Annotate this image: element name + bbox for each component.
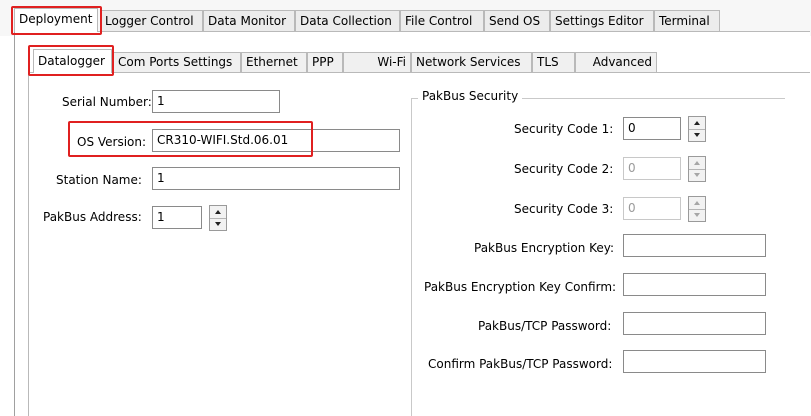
security-code-1-label: Security Code 1: — [514, 122, 614, 136]
security-code-2-spinner — [688, 156, 706, 182]
security-code-2-label: Security Code 2: — [514, 162, 614, 176]
tab-settings-editor[interactable]: Settings Editor — [550, 10, 654, 31]
spin-down-arrow-icon[interactable] — [689, 129, 705, 141]
os-version-field: CR310-WIFI.Std.06.01 — [152, 129, 400, 152]
security-code-1-spinner[interactable] — [688, 116, 706, 142]
confirm-pakbus-tcp-password-field[interactable] — [623, 350, 766, 373]
tab-logger-control[interactable]: Logger Control — [100, 10, 203, 31]
pakbus-encryption-key-confirm-label: PakBus Encryption Key Confirm: — [424, 280, 617, 294]
tab-send-os[interactable]: Send OS — [484, 10, 550, 31]
security-code-1-field[interactable]: 0 — [623, 117, 681, 140]
subtab-com-ports-settings[interactable]: Com Ports Settings — [113, 52, 241, 72]
serial-number-label: Serial Number: — [62, 95, 152, 109]
pakbus-address-field[interactable]: 1 — [152, 206, 202, 229]
subtab-tls[interactable]: TLS — [532, 52, 575, 72]
subtab-network-services[interactable]: Network Services — [411, 52, 532, 72]
pakbus-tcp-password-field[interactable] — [623, 312, 766, 335]
security-code-3-label: Security Code 3: — [514, 202, 614, 216]
spin-down-arrow-icon — [689, 169, 705, 181]
tab-file-control[interactable]: File Control — [400, 10, 484, 31]
pakbus-address-spinner[interactable] — [209, 205, 227, 231]
security-code-2-field: 0 — [623, 157, 681, 180]
station-name-field[interactable]: 1 — [152, 167, 400, 190]
tab-data-collection[interactable]: Data Collection — [295, 10, 400, 31]
pakbus-encryption-key-confirm-field[interactable] — [623, 273, 766, 296]
serial-number-field[interactable]: 1 — [152, 90, 280, 113]
os-version-label: OS Version: — [77, 135, 147, 149]
pakbus-security-title: PakBus Security — [418, 89, 523, 103]
pakbus-encryption-key-field[interactable] — [623, 234, 766, 257]
station-name-label: Station Name: — [56, 173, 142, 187]
security-code-3-field: 0 — [623, 197, 681, 220]
tab-deployment[interactable]: Deployment — [14, 8, 98, 32]
confirm-pakbus-tcp-password-label: Confirm PakBus/TCP Password: — [428, 357, 613, 371]
tab-data-monitor[interactable]: Data Monitor — [203, 10, 295, 31]
subtab-datalogger[interactable]: Datalogger — [33, 49, 112, 73]
spin-down-arrow-icon — [689, 209, 705, 221]
subtab-advanced[interactable]: Advanced — [575, 52, 657, 72]
spin-down-arrow-icon[interactable] — [210, 218, 226, 230]
pakbus-encryption-key-label: PakBus Encryption Key: — [474, 241, 615, 255]
security-code-3-spinner — [688, 196, 706, 222]
pakbus-address-label: PakBus Address: — [43, 210, 142, 224]
subtab-ethernet[interactable]: Ethernet — [241, 52, 307, 72]
pakbus-tcp-password-label: PakBus/TCP Password: — [478, 319, 612, 333]
subtab-wifi[interactable]: Wi-Fi — [343, 52, 411, 72]
tab-terminal[interactable]: Terminal — [654, 10, 720, 31]
subtab-ppp[interactable]: PPP — [307, 52, 343, 72]
